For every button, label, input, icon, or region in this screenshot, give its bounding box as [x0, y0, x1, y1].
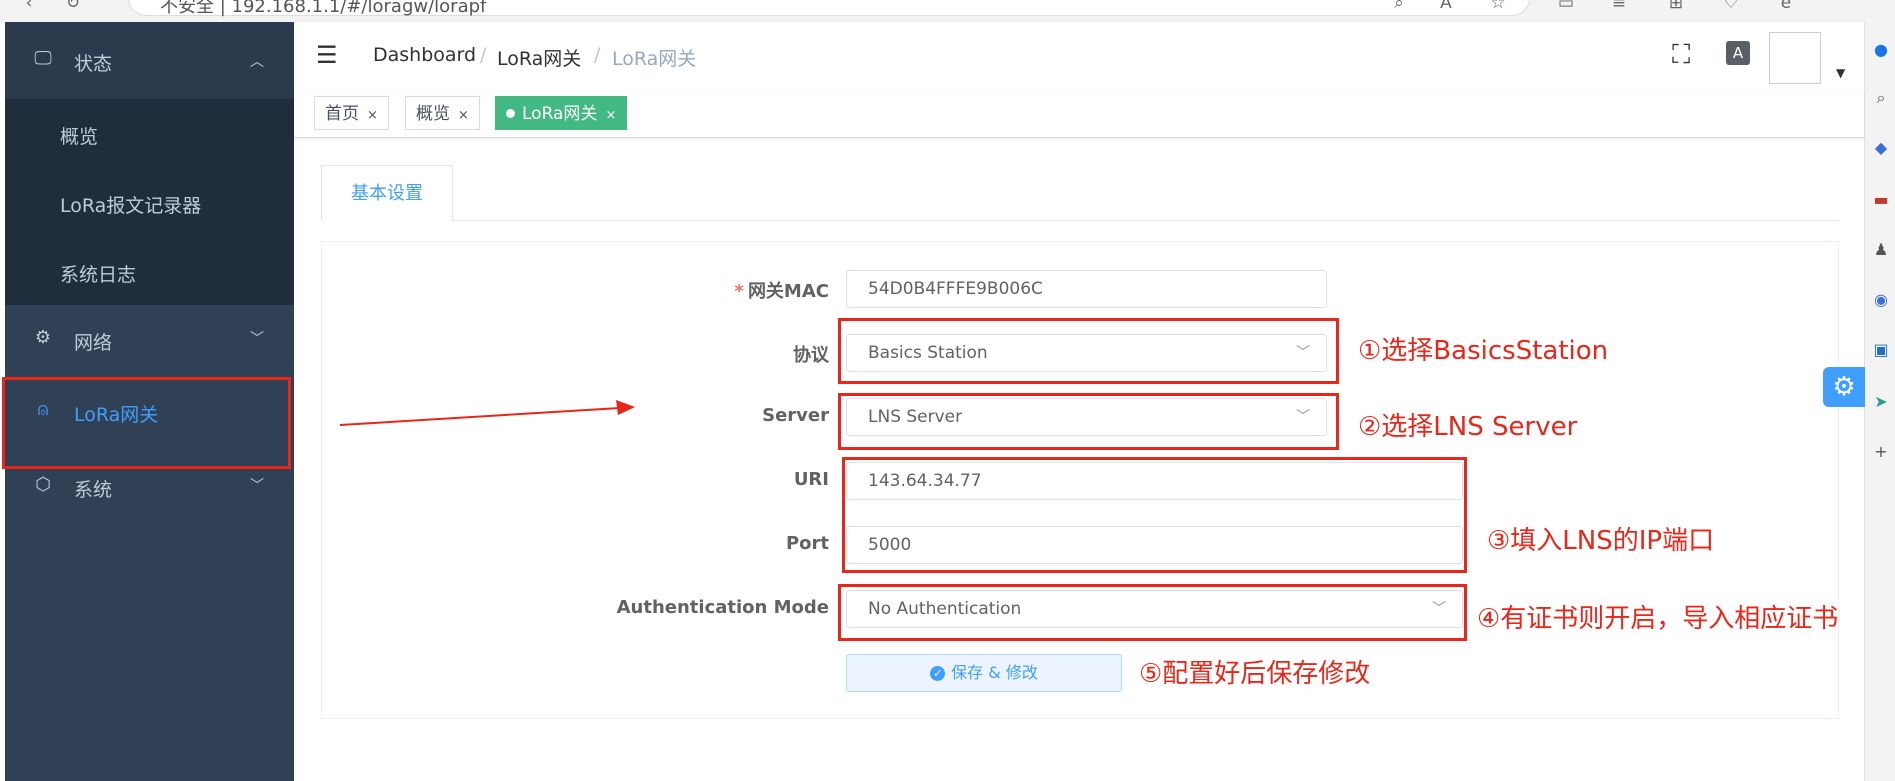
breadcrumb-current: LoRa网关	[612, 48, 697, 70]
tag-label: 概览	[416, 104, 450, 124]
annotation-note: ④有证书则开启，导入相应证书	[1477, 604, 1839, 634]
breadcrumb-item[interactable]: LoRa网关	[497, 44, 581, 71]
sidebar-item-network[interactable]: ⚙ 网络 ﹀	[5, 305, 294, 375]
annotation-note: ②选择LNS Server	[1358, 412, 1578, 442]
cube-icon: ⬡	[35, 474, 51, 495]
person-icon[interactable]: ♟	[1871, 240, 1891, 260]
close-icon[interactable]: ×	[367, 108, 378, 123]
port-label: Port	[785, 533, 829, 554]
save-button[interactable]: ✓ 保存 & 修改	[846, 654, 1122, 692]
favorite-icon[interactable]: ☆	[1487, 0, 1509, 12]
annotation-box-lora-menu	[2, 377, 291, 469]
back-icon[interactable]: ‹	[18, 0, 40, 12]
tag-label: 首页	[325, 104, 359, 124]
mac-input[interactable]: 54D0B4FFFE9B006C	[846, 270, 1327, 308]
close-icon[interactable]: ×	[605, 108, 616, 123]
annotation-box-auth	[838, 584, 1467, 641]
breadcrumb-separator: /	[480, 44, 487, 66]
notification-icon[interactable]: ●	[1871, 40, 1891, 60]
monitor-icon: 🖵	[34, 48, 52, 69]
settings-gear-icon[interactable]: ⚙	[1823, 367, 1865, 407]
avatar[interactable]	[1769, 32, 1821, 84]
required-mark: *	[734, 281, 744, 302]
sidebar-item-label: 网络	[74, 332, 113, 354]
protocol-label: 协议	[793, 345, 829, 366]
uri-label: URI	[793, 469, 829, 490]
auth-label: Authentication Mode	[616, 597, 829, 618]
outlook-icon[interactable]: ▣	[1871, 340, 1891, 360]
breadcrumb-item[interactable]: Dashboard	[373, 44, 476, 66]
add-icon[interactable]: +	[1871, 442, 1891, 462]
tag-lora-gateway[interactable]: LoRa网关 ×	[495, 96, 628, 130]
zoom-icon[interactable]: ⌕	[1388, 0, 1410, 12]
network-icon: ⚙	[34, 327, 52, 348]
chevron-down-icon: ﹀	[250, 478, 264, 494]
annotation-note: ③填入LNS的IP端口	[1487, 526, 1715, 556]
browser-side-panel: ● ⌕ ◆ ▬ ♟ ◉ ▣ ➤ +	[1864, 22, 1895, 781]
office-icon[interactable]: ◉	[1871, 290, 1891, 310]
tag-label: LoRa网关	[522, 104, 598, 124]
translate-icon[interactable]: A	[1726, 41, 1750, 65]
sidebar-subitem-overview[interactable]: 概览	[60, 122, 98, 149]
browser-toolbar: ‹ ↻ 不安全 | 192.168.1.1/#/loragw/lorapf ⌕ …	[0, 0, 1895, 22]
edge-icon[interactable]: e	[1775, 0, 1797, 12]
sidebar-item-label: 系统	[74, 479, 113, 501]
annotation-box-server	[838, 393, 1339, 450]
address-text[interactable]: 不安全 | 192.168.1.1/#/loragw/lorapf	[160, 0, 486, 18]
tools-icon[interactable]: ▬	[1871, 190, 1891, 210]
caret-down-icon[interactable]: ▼	[1836, 66, 1845, 80]
copilot-icon[interactable]: ◆	[1871, 138, 1891, 158]
annotation-arrow	[339, 400, 635, 426]
breadcrumb-separator: /	[594, 44, 601, 66]
hamburger-icon[interactable]: ☰	[316, 41, 338, 69]
sidebar-item-status[interactable]: 🖵 状态 ︿	[5, 22, 294, 99]
refresh-icon[interactable]: ↻	[62, 0, 84, 12]
sidebar-item-label: 状态	[74, 53, 113, 75]
check-circle-icon: ✓	[930, 666, 946, 681]
collections-icon[interactable]: ⊞	[1665, 0, 1687, 12]
search-icon[interactable]: ⌕	[1871, 88, 1891, 108]
annotation-box-uri-port	[842, 457, 1467, 573]
chevron-down-icon: ﹀	[250, 331, 264, 347]
annotation-note: ①选择BasicsStation	[1358, 336, 1609, 366]
favorites-list-icon[interactable]: ≡	[1608, 0, 1630, 12]
close-icon[interactable]: ×	[458, 108, 469, 123]
annotation-note: ⑤配置好后保存修改	[1139, 659, 1371, 689]
chevron-up-icon: ︿	[250, 54, 264, 70]
mac-label: * 网关MAC	[734, 281, 829, 302]
annotation-box-protocol	[838, 318, 1339, 384]
tag-overview[interactable]: 概览 ×	[405, 96, 480, 130]
fullscreen-icon[interactable]: ⛶	[1672, 40, 1690, 71]
sidebar-subitem-lora-logger[interactable]: LoRa报文记录器	[60, 191, 201, 218]
tab-basic-settings[interactable]: 基本设置	[321, 165, 453, 221]
split-screen-icon[interactable]: ▭	[1555, 0, 1577, 12]
extension-icon[interactable]: ♡	[1720, 0, 1742, 12]
sidebar-subitem-system-log[interactable]: 系统日志	[60, 260, 136, 287]
read-aloud-icon[interactable]: A	[1435, 0, 1457, 12]
tab-divider	[453, 220, 1839, 221]
active-dot-icon	[506, 109, 515, 118]
send-icon[interactable]: ➤	[1871, 392, 1891, 412]
tag-home[interactable]: 首页 ×	[314, 96, 389, 130]
status-submenu: 概览 LoRa报文记录器 系统日志	[5, 99, 294, 305]
